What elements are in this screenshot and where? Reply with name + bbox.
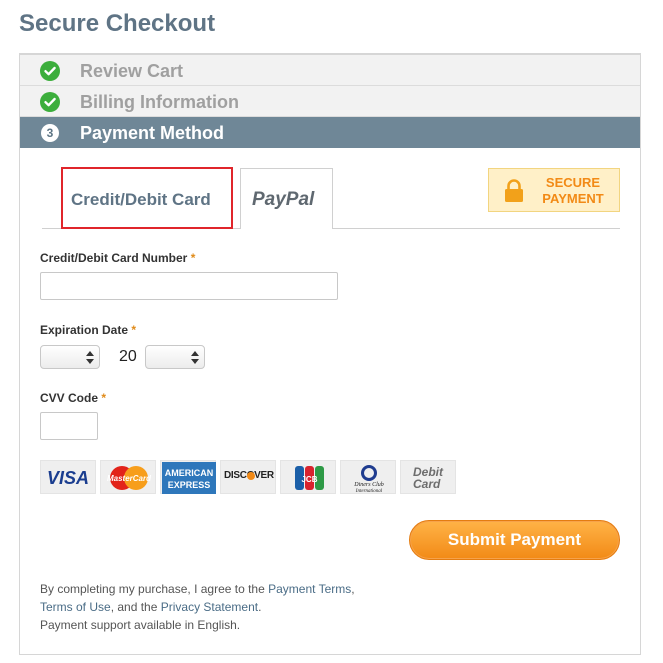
jcb-logo: JCB [280,460,336,494]
check-circle-icon [40,92,60,112]
tab-label: Credit/Debit Card [71,190,211,209]
step-number-badge: 3 [41,124,59,142]
step-review-cart[interactable]: Review Cart [20,55,640,86]
support-note: Payment support available in English. [40,618,241,632]
svg-text:MasterCard: MasterCard [107,474,152,483]
svg-text:Diners Club: Diners Club [353,482,384,488]
payment-terms-link[interactable]: Payment Terms [268,582,351,596]
privacy-statement-link[interactable]: Privacy Statement [161,600,258,614]
paypal-logo: PayPal [252,189,315,210]
card-number-input[interactable] [40,272,338,300]
required-mark: * [190,251,196,265]
required-mark: * [101,391,107,405]
debit-card-text: Debit Card [413,465,443,491]
checkout-panel: Review Cart Billing Information 3 Paymen… [19,53,641,655]
svg-text:AMERICAN: AMERICAN [165,468,214,478]
expiration-date-label: Expiration Date * [40,323,137,337]
check-circle-icon [40,61,60,81]
step-billing-information[interactable]: Billing Information [20,86,640,117]
submit-payment-button[interactable]: Submit Payment [409,520,620,560]
year-prefix: 20 [119,348,137,365]
svg-text:EXPRESS: EXPRESS [168,480,211,490]
select-arrows-icon [86,351,94,369]
visa-logo: VISA [40,460,96,494]
required-mark: * [131,323,137,337]
step-label: Payment Method [80,123,225,143]
svg-text:JCB: JCB [301,475,317,484]
svg-text:International: International [355,489,383,494]
step-label: Review Cart [80,61,184,81]
legal-disclaimer: By completing my purchase, I agree to th… [40,582,355,632]
debit-card-logo: Debit Card [400,460,456,494]
select-arrows-icon [191,351,199,369]
mastercard-logo: MasterCard [100,460,156,494]
page-title: Secure Checkout [19,10,216,37]
american-express-logo: AMERICAN EXPRESS [160,460,216,494]
step-label: Billing Information [80,92,239,112]
cvv-input[interactable] [40,412,98,440]
expiration-year-select[interactable] [145,345,205,369]
diners-club-logo: Diners Club International [340,460,396,494]
expiration-month-select[interactable] [40,345,100,369]
terms-of-use-link[interactable]: Terms of Use [40,600,111,614]
secure-payment-text: SECURE PAYMENT [542,175,604,206]
lock-icon [504,179,524,208]
card-number-label: Credit/Debit Card Number * [40,251,196,265]
tab-credit-debit-card[interactable]: Credit/Debit Card [61,167,233,229]
step-payment-method: 3 Payment Method [20,117,640,148]
cvv-code-label: CVV Code * [40,391,107,405]
secure-payment-badge: SECURE PAYMENT [488,168,620,212]
discover-logo: DISCOVER [220,460,276,494]
tab-paypal[interactable]: PayPal [240,168,333,229]
